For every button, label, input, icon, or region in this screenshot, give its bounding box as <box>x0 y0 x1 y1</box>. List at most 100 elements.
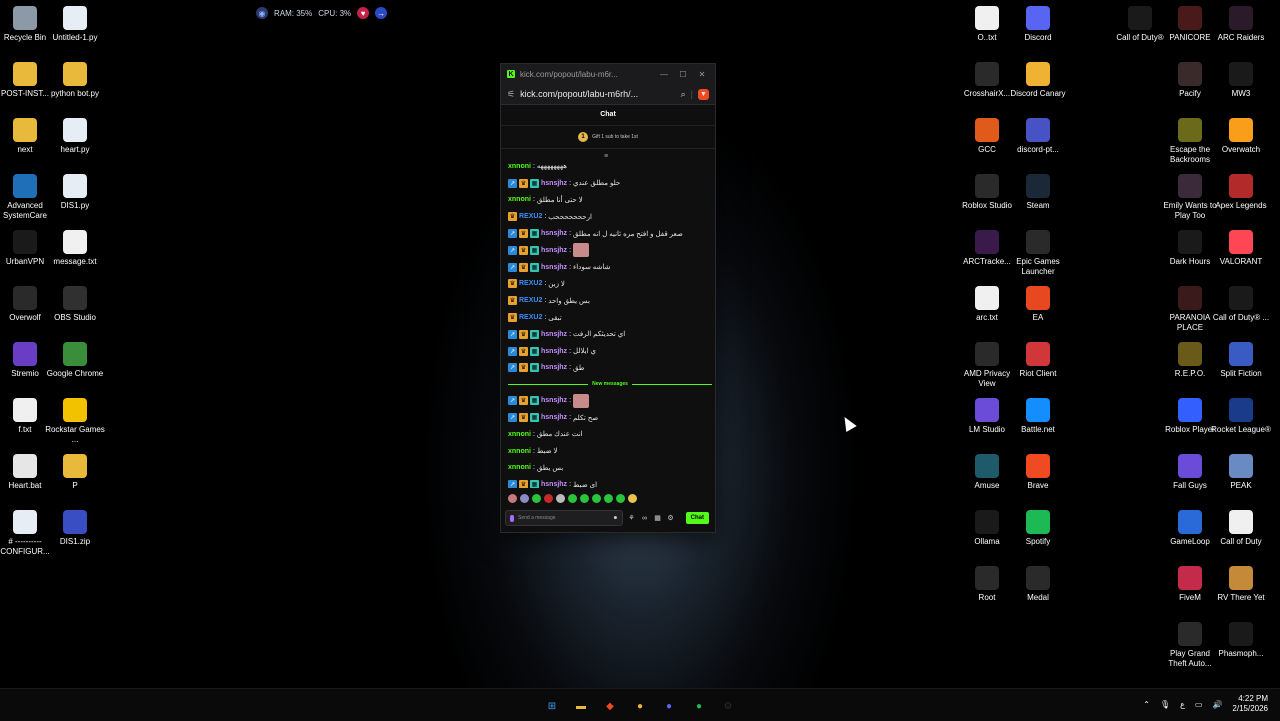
crown-badge-icon[interactable]: ♛ <box>519 229 528 239</box>
crown-badge-icon[interactable]: ♛ <box>519 329 528 339</box>
emote-icon[interactable] <box>568 494 577 503</box>
desktop-icon[interactable]: heart.py <box>45 118 105 155</box>
chat-username[interactable]: xnnoni <box>508 163 531 170</box>
desktop-icon[interactable]: Steam <box>1008 174 1068 211</box>
subscriber-badge-icon[interactable]: ▦ <box>530 229 539 239</box>
emote-icon[interactable] <box>580 494 589 503</box>
desktop-icon[interactable]: Rockstar Games ... <box>45 398 105 445</box>
site-settings-icon[interactable]: ⚟ <box>507 89 515 100</box>
chat-image[interactable] <box>573 243 590 258</box>
desktop-icon[interactable]: Discord Canary <box>1008 62 1068 99</box>
verified-badge-icon[interactable]: ↗ <box>508 396 517 406</box>
desktop-icon[interactable]: Overwatch <box>1211 118 1271 155</box>
crown-badge-icon[interactable]: ♛ <box>508 296 517 306</box>
chat-username[interactable]: REXU2 <box>519 314 542 321</box>
address-bar[interactable]: ⚟ kick.com/popout/labu-m6rh/... ⌕ | ▼ <box>501 84 715 105</box>
chat-message[interactable]: ↗ ♛ ▦ hsnsjhz: اي تحديثكم الرفت <box>508 326 718 343</box>
chat-message[interactable]: ♛ REXU2: بس يطق واحد <box>508 292 718 309</box>
chat-username[interactable]: xnnoni <box>508 448 531 455</box>
emote-icon[interactable] <box>556 494 565 503</box>
maximize-icon[interactable]: ☐ <box>676 70 690 79</box>
desktop-icon[interactable]: RV There Yet <box>1211 566 1271 603</box>
subscriber-badge-icon[interactable]: ▦ <box>530 413 539 423</box>
microphone-icon[interactable] <box>510 514 514 522</box>
chat-username[interactable]: hsnsjhz <box>541 364 567 371</box>
desktop-icon[interactable]: Brave <box>1008 454 1068 491</box>
emote-icon[interactable] <box>532 494 541 503</box>
chat-username[interactable]: xnnoni <box>508 196 531 203</box>
zoom-icon[interactable]: ⌕ <box>681 89 686 100</box>
close-icon[interactable]: ✕ <box>695 70 709 79</box>
crown-badge-icon[interactable]: ♛ <box>519 413 528 423</box>
subscriber-badge-icon[interactable]: ▦ <box>530 346 539 356</box>
gift-sub-banner[interactable]: 1 Gift 1 sub to take 1st <box>501 126 715 149</box>
desktop-icon[interactable]: DIS1.zip <box>45 510 105 547</box>
chat-username[interactable]: REXU2 <box>519 213 542 220</box>
gift-icon[interactable]: ⚘ <box>627 514 636 522</box>
desktop-icon[interactable]: DIS1.py <box>45 174 105 211</box>
shop-icon[interactable]: ▦ <box>653 514 662 522</box>
discord-icon[interactable]: ● <box>660 697 678 715</box>
chat-message[interactable]: ↗ ♛ ▦ hsnsjhz: ي ايلالل <box>508 343 718 360</box>
chat-message[interactable]: xnnoni: انت عندك مطق <box>508 426 718 443</box>
verified-badge-icon[interactable]: ↗ <box>508 480 517 488</box>
chat-username[interactable]: hsnsjhz <box>541 230 567 237</box>
subscriber-badge-icon[interactable]: ▦ <box>530 480 539 488</box>
emote-icon[interactable] <box>604 494 613 503</box>
verified-badge-icon[interactable]: ↗ <box>508 363 517 373</box>
crown-badge-icon[interactable]: ♛ <box>519 363 528 373</box>
crown-badge-icon[interactable]: ♛ <box>519 245 528 255</box>
chat-message[interactable]: ↗ ♛ ▦ hsnsjhz: صعر قفل و افتح مره ثانيه ل ان… <box>508 225 718 242</box>
chat-message[interactable]: ↗ ♛ ▦ hsnsjhz: طق <box>508 360 718 377</box>
desktop-icon[interactable]: python bot.py <box>45 62 105 99</box>
chat-username[interactable]: hsnsjhz <box>541 180 567 187</box>
network-icon[interactable]: ▭ <box>1195 700 1203 709</box>
volume-icon[interactable]: 🔊 <box>1212 700 1222 709</box>
file-explorer-icon[interactable]: ▬ <box>572 697 590 715</box>
desktop-icon[interactable]: PEAK <box>1211 454 1271 491</box>
emoji-icon[interactable]: ☻ <box>613 515 618 521</box>
language-indicator[interactable]: ع <box>1180 700 1185 709</box>
chat-username[interactable]: hsnsjhz <box>541 247 567 254</box>
desktop-icon[interactable]: Rocket League® <box>1211 398 1271 435</box>
crown-badge-icon[interactable]: ♛ <box>508 313 517 323</box>
chat-message[interactable]: ↗ ♛ ▦ hsnsjhz: <box>508 242 718 259</box>
chat-username[interactable]: hsnsjhz <box>541 414 567 421</box>
window-titlebar[interactable]: K kick.com/popout/labu-m6r... — ☐ ✕ <box>501 64 715 84</box>
chat-username[interactable]: hsnsjhz <box>541 348 567 355</box>
chat-username[interactable]: hsnsjhz <box>541 264 567 271</box>
desktop-icon[interactable]: Epic Games Launcher <box>1008 230 1068 277</box>
verified-badge-icon[interactable]: ↗ <box>508 262 517 272</box>
crown-badge-icon[interactable]: ♛ <box>519 396 528 406</box>
emote-icon[interactable] <box>628 494 637 503</box>
emote-icon[interactable] <box>616 494 625 503</box>
desktop-icon[interactable]: Apex Legends <box>1211 174 1271 211</box>
crown-badge-icon[interactable]: ♛ <box>519 262 528 272</box>
desktop-icon[interactable]: Call of Duty <box>1211 510 1271 547</box>
url-text[interactable]: kick.com/popout/labu-m6rh/... <box>520 89 676 99</box>
chat-message[interactable]: xnnoni: لا حتى أنا مطلق <box>508 192 718 209</box>
settings-gear-icon[interactable]: ⚙ <box>666 514 675 522</box>
verified-badge-icon[interactable]: ↗ <box>508 229 517 239</box>
minimize-icon[interactable]: — <box>657 70 671 79</box>
desktop-icon[interactable]: Discord <box>1008 6 1068 43</box>
desktop-icon[interactable]: P <box>45 454 105 491</box>
emote-icon[interactable] <box>544 494 553 503</box>
chat-message[interactable]: xnnoni: ههههههههه <box>508 158 718 175</box>
send-chat-button[interactable]: Chat <box>685 512 709 524</box>
chat-message[interactable]: xnnoni: لا ضبط <box>508 443 718 460</box>
crown-badge-icon[interactable]: ♛ <box>519 178 528 188</box>
desktop-icon[interactable]: EA <box>1008 286 1068 323</box>
chat-username[interactable]: REXU2 <box>519 280 542 287</box>
chat-message[interactable]: ♛ REXU2: تبقى <box>508 309 718 326</box>
chat-username[interactable]: xnnoni <box>508 464 531 471</box>
chat-username[interactable]: hsnsjhz <box>541 481 567 488</box>
desktop-icon[interactable]: OBS Studio <box>45 286 105 323</box>
message-input[interactable]: Send a message ☻ <box>505 510 623 526</box>
clock[interactable]: 4:22 PM 2/15/2026 <box>1232 694 1268 714</box>
chat-message[interactable]: ♛ REXU2: ارحححححححب <box>508 208 718 225</box>
chat-username[interactable]: hsnsjhz <box>541 331 567 338</box>
verified-badge-icon[interactable]: ↗ <box>508 346 517 356</box>
desktop-icon[interactable]: discord-pt... <box>1008 118 1068 155</box>
chat-message[interactable]: ↗ ♛ ▦ hsnsjhz: حلو مطلق عندي <box>508 175 718 192</box>
